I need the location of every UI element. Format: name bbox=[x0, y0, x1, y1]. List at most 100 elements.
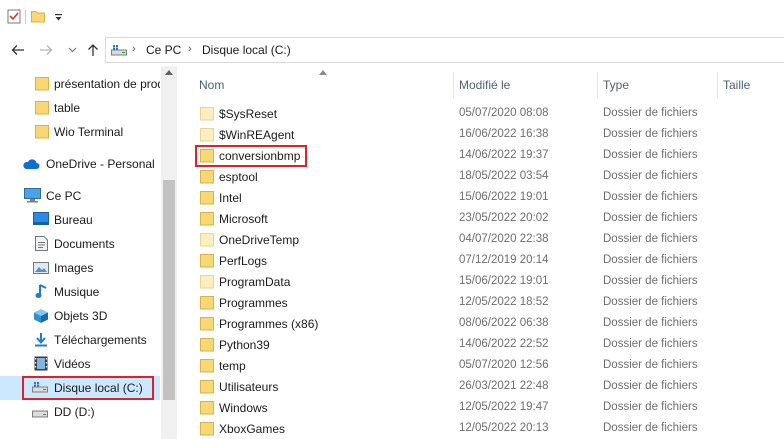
file-name[interactable]: Utilisateurs bbox=[219, 380, 278, 394]
highlight-box-disque-local bbox=[22, 376, 154, 400]
address-bar[interactable]: › Ce PC › Disque local (C:) bbox=[105, 37, 784, 63]
file-modified: 14/06/2022 19:37 bbox=[459, 149, 549, 161]
column-header-size[interactable]: Taille bbox=[723, 78, 750, 92]
file-type: Dossier de fichiers bbox=[603, 296, 698, 308]
folder-icon bbox=[200, 421, 214, 439]
column-header-modified[interactable]: Modifié le bbox=[459, 78, 510, 92]
table-row[interactable]: XboxGames 12/05/2022 20:13 Dossier de fich… bbox=[177, 418, 784, 439]
quick-access-toolbar bbox=[0, 0, 784, 34]
file-type: Dossier de fichiers bbox=[603, 380, 698, 392]
table-row[interactable]: $SysReset 05/07/2020 08:08 Dossier de fich… bbox=[177, 103, 784, 124]
column-divider[interactable] bbox=[717, 72, 718, 98]
file-name[interactable]: PerfLogs bbox=[219, 254, 267, 268]
desktop-icon bbox=[33, 212, 49, 229]
column-divider[interactable] bbox=[453, 72, 454, 98]
highlight-box-conversionbmp bbox=[195, 145, 307, 167]
column-header-type[interactable]: Type bbox=[603, 78, 629, 92]
table-row[interactable]: PerfLogs 07/12/2019 20:14 Dossier de fichi… bbox=[177, 250, 784, 271]
customize-toolbar-dropdown-icon[interactable] bbox=[54, 11, 63, 25]
sidebar-item-documents[interactable]: Documents bbox=[0, 233, 160, 255]
file-name[interactable]: Programmes bbox=[219, 296, 288, 310]
file-name[interactable]: XboxGames bbox=[219, 422, 285, 436]
folder-icon bbox=[200, 274, 214, 292]
breadcrumb-ce-pc[interactable]: Ce PC bbox=[146, 43, 181, 57]
file-name[interactable]: $SysReset bbox=[219, 107, 277, 121]
breadcrumb-local-disk[interactable]: Disque local (C:) bbox=[202, 43, 291, 57]
table-row[interactable]: Python39 14/06/2022 22:52 Dossier de fichi… bbox=[177, 334, 784, 355]
recent-locations-chevron-icon[interactable] bbox=[64, 42, 80, 58]
sidebar-scroll-thumb[interactable] bbox=[163, 180, 175, 400]
sidebar-item-images[interactable]: Images bbox=[0, 257, 160, 279]
column-divider[interactable] bbox=[597, 72, 598, 98]
file-modified: 14/06/2022 22:52 bbox=[459, 338, 549, 350]
sidebar-item-ce-pc[interactable]: Ce PC bbox=[0, 185, 160, 207]
file-type: Dossier de fichiers bbox=[603, 212, 698, 224]
sidebar-item-dd[interactable]: DD (D:) bbox=[0, 401, 160, 423]
sidebar-item-musique[interactable]: Musique bbox=[0, 281, 160, 303]
folder-icon bbox=[200, 295, 214, 313]
file-type: Dossier de fichiers bbox=[603, 254, 698, 266]
file-name[interactable]: Python39 bbox=[219, 338, 270, 352]
file-type: Dossier de fichiers bbox=[603, 275, 698, 287]
sidebar-item-presentation[interactable]: présentation de prod bbox=[0, 73, 160, 95]
folder-icon bbox=[200, 127, 214, 145]
table-row[interactable]: $WinREAgent 16/06/2022 16:38 Dossier de fi… bbox=[177, 124, 784, 145]
scroll-up-arrow-icon[interactable] bbox=[165, 70, 173, 75]
table-row[interactable]: temp 05/07/2020 12:56 Dossier de fichiers bbox=[177, 355, 784, 376]
file-name[interactable]: Intel bbox=[219, 191, 242, 205]
file-type: Dossier de fichiers bbox=[603, 317, 698, 329]
folder-icon bbox=[200, 358, 214, 376]
folder-icon bbox=[200, 400, 214, 418]
table-row[interactable]: Microsoft 23/05/2022 20:02 Dossier de fich… bbox=[177, 208, 784, 229]
table-row[interactable]: OneDriveTemp 04/07/2020 22:38 Dossier de f… bbox=[177, 229, 784, 250]
new-folder-icon[interactable] bbox=[31, 9, 45, 26]
table-row[interactable]: Programmes (x86) 08/06/2022 06:38 Dossier … bbox=[177, 313, 784, 334]
file-name[interactable]: OneDriveTemp bbox=[219, 233, 299, 247]
folder-icon bbox=[200, 211, 214, 229]
folder-icon bbox=[200, 232, 214, 250]
table-row[interactable]: Intel 15/06/2022 19:01 Dossier de fichiers bbox=[177, 187, 784, 208]
file-name[interactable]: temp bbox=[219, 359, 246, 373]
file-name[interactable]: Microsoft bbox=[219, 212, 268, 226]
folder-icon bbox=[200, 190, 214, 208]
sidebar-item-table[interactable]: table bbox=[0, 97, 160, 119]
up-arrow-icon[interactable] bbox=[85, 42, 101, 58]
file-type: Dossier de fichiers bbox=[603, 359, 698, 371]
forward-arrow-icon[interactable] bbox=[38, 42, 54, 58]
table-row[interactable]: Utilisateurs 26/03/2021 22:48 Dossier de f… bbox=[177, 376, 784, 397]
file-name[interactable]: Programmes (x86) bbox=[219, 317, 318, 331]
sidebar-item-bureau[interactable]: Bureau bbox=[0, 209, 160, 231]
table-row[interactable]: esptool 18/05/2022 03:54 Dossier de fichie… bbox=[177, 166, 784, 187]
column-header-name[interactable]: Nom bbox=[199, 78, 224, 92]
file-modified: 05/07/2020 12:56 bbox=[459, 359, 549, 371]
file-modified: 04/07/2020 22:38 bbox=[459, 233, 549, 245]
file-name[interactable]: ProgramData bbox=[219, 275, 290, 289]
file-type: Dossier de fichiers bbox=[603, 401, 698, 413]
back-arrow-icon[interactable] bbox=[10, 42, 26, 58]
sidebar-item-objets-3d[interactable]: Objets 3D bbox=[0, 305, 160, 327]
folder-icon bbox=[200, 253, 214, 271]
table-row[interactable]: Windows 12/05/2022 19:47 Dossier de fichie… bbox=[177, 397, 784, 418]
toolbar-separator bbox=[25, 10, 26, 24]
file-type: Dossier de fichiers bbox=[603, 107, 698, 119]
properties-icon[interactable] bbox=[7, 9, 21, 27]
file-name[interactable]: esptool bbox=[219, 170, 258, 184]
sidebar-item-videos[interactable]: Vidéos bbox=[0, 353, 160, 375]
file-name[interactable]: Windows bbox=[219, 401, 268, 415]
table-row[interactable]: Programmes 12/05/2022 18:52 Dossier de fic… bbox=[177, 292, 784, 313]
sidebar-item-wio-terminal[interactable]: Wio Terminal bbox=[0, 121, 160, 143]
folder-icon bbox=[200, 379, 214, 397]
folder-icon bbox=[200, 316, 214, 334]
file-type: Dossier de fichiers bbox=[603, 422, 698, 434]
folder-icon bbox=[35, 76, 49, 94]
sidebar-item-onedrive[interactable]: OneDrive - Personal bbox=[0, 153, 160, 175]
sidebar-item-telechargements[interactable]: Téléchargements bbox=[0, 329, 160, 351]
objects-3d-icon bbox=[33, 308, 49, 327]
table-row[interactable]: ProgramData 15/06/2022 19:01 Dossier de fi… bbox=[177, 271, 784, 292]
breadcrumb-separator-icon[interactable]: › bbox=[188, 43, 192, 55]
file-type: Dossier de fichiers bbox=[603, 170, 698, 182]
file-name[interactable]: $WinREAgent bbox=[219, 128, 294, 142]
local-disk-icon bbox=[111, 44, 127, 59]
videos-icon bbox=[34, 356, 48, 374]
breadcrumb-separator-icon[interactable]: › bbox=[132, 43, 136, 55]
